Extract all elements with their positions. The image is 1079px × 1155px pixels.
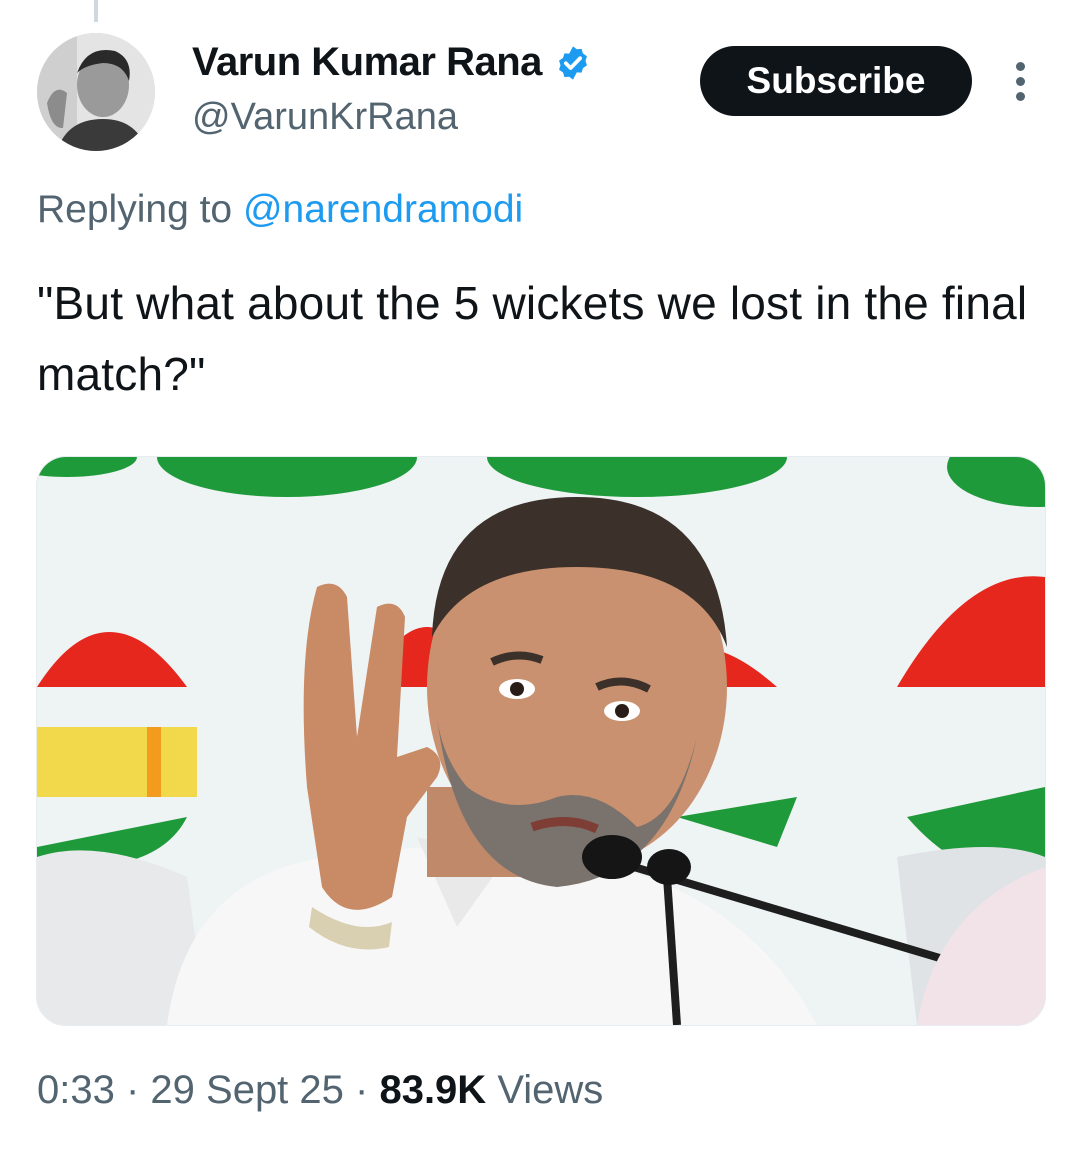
author-handle[interactable]: @VarunKrRana: [192, 96, 458, 139]
meta-separator: ·: [114, 1068, 151, 1112]
avatar[interactable]: [37, 33, 155, 151]
post-time[interactable]: 0:33: [37, 1068, 115, 1112]
tweet-meta: 0:33 · 29 Sept 25 · 83.9K Views: [37, 1068, 603, 1113]
post-date[interactable]: 29 Sept 25: [150, 1068, 344, 1112]
verified-badge-icon: [558, 45, 587, 80]
thread-connector-line: [94, 0, 98, 22]
views-label: Views: [486, 1068, 604, 1112]
more-vertical-icon[interactable]: [1006, 62, 1034, 102]
views-count[interactable]: 83.9K: [379, 1068, 486, 1112]
replying-prefix: Replying to: [37, 188, 233, 231]
subscribe-button[interactable]: Subscribe: [700, 46, 972, 116]
author-display-name[interactable]: Varun Kumar Rana: [192, 40, 542, 85]
mention-link[interactable]: @narendramodi: [243, 188, 523, 231]
tweet-media-image[interactable]: [36, 456, 1046, 1026]
replying-to-line: Replying to @narendramodi: [37, 188, 523, 232]
meta-separator: ·: [343, 1068, 380, 1112]
avatar-photo: [37, 33, 155, 151]
press-conference-photo: [37, 457, 1045, 1025]
tweet-text: "But what about the 5 wickets we lost in…: [37, 277, 1028, 400]
